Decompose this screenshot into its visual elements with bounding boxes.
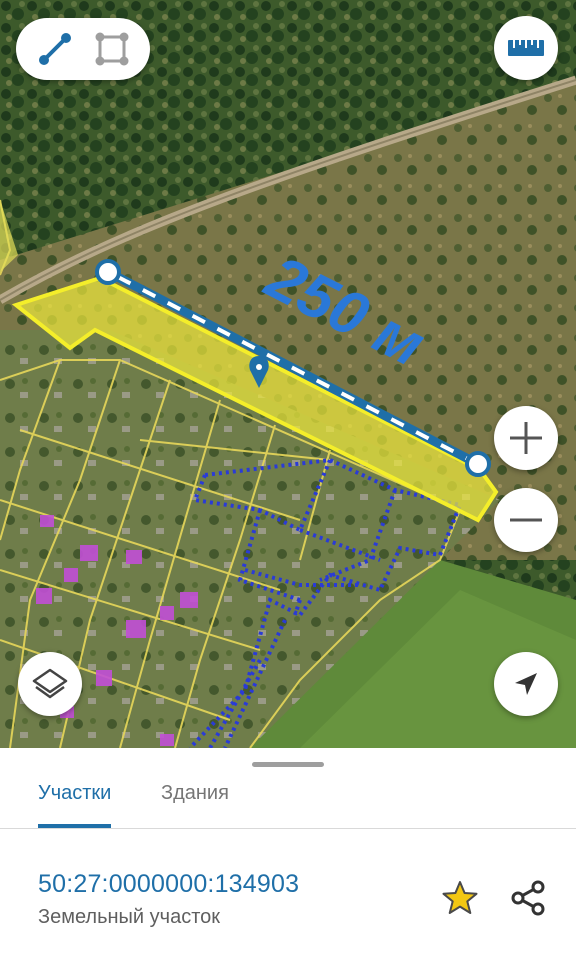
bottom-sheet: Участки Здания 50:27:0000000:134903 Земе… [0, 748, 576, 960]
minus-icon [510, 518, 542, 522]
tab-plots-label: Участки [38, 782, 112, 804]
sheet-drag-handle[interactable] [252, 762, 324, 767]
ruler-button[interactable] [494, 16, 558, 80]
map-view[interactable]: 250 м [0, 0, 576, 748]
locate-button[interactable] [494, 652, 558, 716]
favorite-button[interactable] [440, 878, 480, 918]
share-icon [511, 880, 545, 916]
ruler-icon [508, 40, 544, 56]
tab-buildings[interactable]: Здания [161, 774, 229, 828]
tab-plots[interactable]: Участки [38, 774, 112, 828]
zoom-out-button[interactable] [494, 488, 558, 552]
measure-tool-selector [16, 18, 150, 80]
star-icon [442, 881, 478, 914]
measure-end-handle[interactable] [465, 451, 491, 477]
active-tab-indicator [38, 824, 112, 828]
zoom-in-button[interactable] [494, 406, 558, 470]
layers-icon [32, 668, 68, 699]
tab-bar: Участки Здания [0, 774, 576, 829]
satellite-map[interactable]: 250 м [0, 0, 576, 748]
tab-buildings-label: Здания [161, 782, 229, 804]
line-measure-icon[interactable] [30, 24, 80, 74]
measure-start-handle[interactable] [95, 259, 121, 285]
plus-icon [510, 422, 542, 454]
navigation-arrow-icon [515, 673, 537, 695]
share-button[interactable] [508, 878, 548, 918]
layers-button[interactable] [18, 652, 82, 716]
polygon-measure-icon[interactable] [87, 24, 137, 74]
parcel-cadastral-number[interactable]: 50:27:0000000:134903 [38, 870, 299, 899]
parcel-type-label: Земельный участок [38, 906, 221, 928]
